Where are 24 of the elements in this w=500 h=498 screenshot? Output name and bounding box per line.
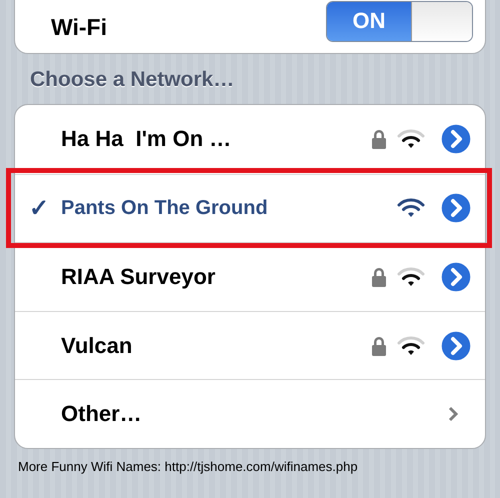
network-name: Pants On The Ground <box>60 196 269 220</box>
details-button[interactable] <box>439 122 473 156</box>
details-button[interactable] <box>439 328 473 363</box>
details-button[interactable] <box>439 260 473 294</box>
wifi-signal-icon <box>397 336 425 356</box>
network-name: Vulcan <box>60 332 134 359</box>
wifi-toggle[interactable]: ON <box>326 0 473 42</box>
network-row[interactable]: Other… <box>15 379 485 448</box>
network-name: Other… <box>60 401 143 428</box>
network-name: Ha Ha I'm On … <box>60 126 232 152</box>
section-header: Choose a Network… <box>29 67 236 93</box>
chevron-icon <box>447 405 459 424</box>
wifi-label: Wi-Fi <box>51 14 107 40</box>
network-row[interactable]: Vulcan <box>15 310 485 380</box>
network-row[interactable]: ✓ Pants On The Ground <box>15 174 485 242</box>
network-name: RIAA Surveyor <box>60 264 216 290</box>
wifi-signal-icon <box>397 129 425 150</box>
caption: More Funny Wifi Names: http://tjshome.com/wifinames.php <box>17 458 359 476</box>
network-row[interactable]: RIAA Surveyor <box>15 242 485 311</box>
checkmark-icon: ✓ <box>29 194 49 222</box>
network-row[interactable]: Ha Ha I'm On … <box>15 105 485 174</box>
wifi-signal-icon <box>397 266 425 287</box>
details-button[interactable] <box>439 191 473 226</box>
wifi-signal-icon <box>397 198 425 218</box>
